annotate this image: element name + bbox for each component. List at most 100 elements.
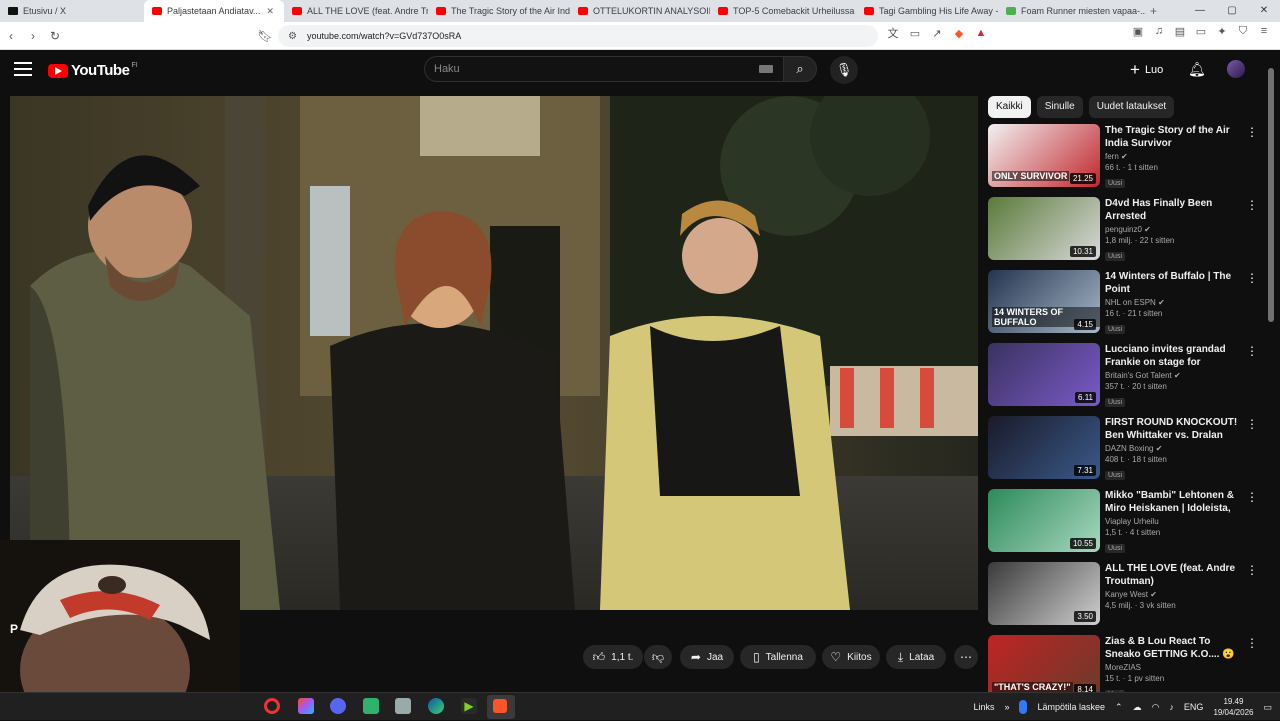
chip-new-uploads[interactable]: Uudet lataukset — [1088, 96, 1175, 118]
search-button[interactable]: ⌕ — [783, 56, 817, 82]
video-thumbnail[interactable]: 7.31 — [988, 416, 1100, 479]
reload-icon[interactable]: ↻ — [44, 29, 66, 43]
close-icon[interactable]: ✕ — [266, 6, 274, 17]
more-options-icon[interactable]: ⋮ — [1246, 271, 1258, 285]
video-player[interactable] — [10, 96, 978, 610]
more-actions-button[interactable]: ⋯ — [954, 645, 978, 669]
channel-name[interactable]: penguinz0 — [1105, 225, 1142, 234]
video-thumbnail[interactable]: 6.11 — [988, 343, 1100, 406]
brave-shield-icon[interactable]: ◆ — [951, 27, 967, 40]
new-tab-button[interactable]: + — [1150, 4, 1157, 18]
youtube-logo[interactable]: YouTube FI — [48, 62, 138, 79]
more-options-icon[interactable]: ⋮ — [1246, 125, 1258, 139]
share-page-icon[interactable]: ↗ — [929, 27, 945, 40]
leo-icon[interactable]: ✦ — [1214, 25, 1230, 38]
minimize-icon[interactable]: — — [1184, 0, 1216, 22]
avatar[interactable] — [1227, 60, 1245, 78]
browser-tab[interactable]: ALL THE LOVE (feat. Andre Tro... — [284, 0, 428, 22]
browser-tab[interactable]: TOP-5 Comebackit Urheilussa ... — [710, 0, 856, 22]
recommendation-item[interactable]: 10.31 D4vd Has Finally Been Arrested pengu… — [988, 197, 1260, 270]
video-title[interactable]: ALL THE LOVE (feat. Andre Troutman) — [1105, 562, 1245, 588]
video-thumbnail[interactable]: 3.50 — [988, 562, 1100, 625]
browser-tab[interactable]: Etusivu / X — [0, 0, 144, 22]
more-options-icon[interactable]: ⋮ — [1246, 490, 1258, 504]
scrollbar[interactable] — [1268, 66, 1274, 686]
video-title[interactable]: The Tragic Story of the Air India Surviv… — [1105, 124, 1245, 150]
chip-for-you[interactable]: Sinulle — [1036, 96, 1083, 118]
video-thumbnail[interactable]: 10.55 — [988, 489, 1100, 552]
site-info-icon[interactable]: ⚙ — [288, 31, 297, 42]
channel-name[interactable]: MoreZIAS — [1105, 663, 1141, 672]
sidebar-toggle-icon[interactable]: ▣ — [1130, 25, 1146, 38]
opera-icon[interactable] — [264, 698, 280, 714]
back-icon[interactable]: ‹ — [0, 29, 22, 43]
thanks-button[interactable]: ♡ Kiitos — [822, 645, 880, 669]
shield-icon[interactable] — [395, 698, 411, 714]
vpn-icon[interactable]: ⛉ — [1235, 25, 1251, 38]
forward-icon[interactable]: › — [22, 29, 44, 43]
links-toolbar[interactable]: Links — [973, 702, 994, 712]
browser-tab[interactable]: Tagi Gambling His Life Away - — [856, 0, 998, 22]
like-button[interactable]: 👍︎ 1,1 t. — [583, 645, 643, 669]
language-indicator[interactable]: ENG — [1184, 702, 1204, 712]
close-window-icon[interactable]: ✕ — [1248, 0, 1280, 22]
channel-name[interactable]: fern — [1105, 152, 1119, 161]
channel-name[interactable]: Britain's Got Talent — [1105, 371, 1172, 380]
video-title[interactable]: D4vd Has Finally Been Arrested — [1105, 197, 1245, 223]
tray-expand-icon[interactable]: ⌃ — [1115, 702, 1123, 713]
search-input[interactable]: Haku — [424, 56, 784, 82]
wifi-icon[interactable]: ◠ — [1152, 702, 1160, 713]
more-options-icon[interactable]: ⋮ — [1246, 636, 1258, 650]
channel-name[interactable]: Kanye West — [1105, 590, 1148, 599]
maximize-icon[interactable]: ▢ — [1216, 0, 1248, 22]
channel-name[interactable]: NHL on ESPN — [1105, 298, 1156, 307]
media-player-icon[interactable]: ▶ — [461, 698, 477, 714]
translate-icon[interactable]: 文 — [885, 25, 901, 41]
video-thumbnail[interactable]: ONLY SURVIVOR 21.25 — [988, 124, 1100, 187]
share-button[interactable]: ➦ Jaa — [680, 645, 734, 669]
figma-icon[interactable] — [298, 698, 314, 714]
hamburger-menu-icon[interactable] — [14, 62, 32, 76]
notifications-center-icon[interactable]: ▭ — [1263, 702, 1272, 713]
channel-name[interactable]: DAZN Boxing — [1105, 444, 1153, 453]
notifications-icon[interactable]: 🔔︎ — [1188, 61, 1206, 78]
browser-tab[interactable]: OTTELUKORTIN ANALYSOINTI ... — [570, 0, 710, 22]
edge-icon[interactable] — [428, 698, 444, 714]
more-options-icon[interactable]: ⋮ — [1246, 344, 1258, 358]
video-thumbnail[interactable]: 10.31 — [988, 197, 1100, 260]
recommendation-item[interactable]: 14 WINTERS OF BUFFALO 4.15 14 Winters of B… — [988, 270, 1260, 343]
brave-rewards-icon[interactable]: ▲ — [973, 27, 989, 39]
channel-name[interactable]: Viaplay Urheilu — [1105, 517, 1159, 526]
save-button[interactable]: ▯ Tallenna — [740, 645, 816, 669]
recommendation-item[interactable]: "THAT'S CRAZY!" 8.14 Zias & B Lou React To… — [988, 635, 1260, 692]
video-thumbnail[interactable]: "THAT'S CRAZY!" 8.14 — [988, 635, 1100, 692]
recommendation-item[interactable]: 3.50 ALL THE LOVE (feat. Andre Troutman) K… — [988, 562, 1260, 635]
recommendation-item[interactable]: 10.55 Mikko "Bambi" Lehtonen & Miro Heisk… — [988, 489, 1260, 562]
more-options-icon[interactable]: ⋮ — [1246, 563, 1258, 577]
weather-text[interactable]: Lämpötila laskee — [1037, 702, 1105, 712]
brave-taskbar-icon[interactable] — [487, 695, 515, 719]
recommendation-item[interactable]: 6.11 Lucciano invites grandad Frankie on … — [988, 343, 1260, 416]
browser-menu-icon[interactable]: ≡ — [1256, 25, 1272, 38]
more-options-icon[interactable]: ⋮ — [1246, 198, 1258, 212]
video-title[interactable]: FIRST ROUND KNOCKOUT! Ben Whittaker vs. … — [1105, 416, 1245, 442]
keyboard-icon[interactable] — [759, 65, 773, 73]
bookmark-icon[interactable]: 🔖︎ — [254, 29, 276, 43]
create-button[interactable]: + Luo — [1130, 58, 1163, 82]
url-field[interactable]: ⚙ youtube.com/watch?v=GVd737O0sRA — [278, 25, 878, 47]
chevron-icon[interactable]: » — [1004, 702, 1009, 712]
recommendation-item[interactable]: 7.31 FIRST ROUND KNOCKOUT! Ben Whittaker … — [988, 416, 1260, 489]
clock[interactable]: 19.49 19/04/2026 — [1213, 696, 1253, 718]
wallet-icon[interactable]: ▭ — [1193, 25, 1209, 38]
more-options-icon[interactable]: ⋮ — [1246, 417, 1258, 431]
video-title[interactable]: 14 Winters of Buffalo | The Point — [1105, 270, 1245, 296]
volume-icon[interactable]: ♪ — [1169, 702, 1174, 712]
discord-icon[interactable] — [330, 698, 346, 714]
video-thumbnail[interactable]: 14 WINTERS OF BUFFALO 4.15 — [988, 270, 1100, 333]
dislike-button[interactable]: 👎︎ — [644, 645, 672, 669]
video-title[interactable]: Zias & B Lou React To Sneako GETTING K.O… — [1105, 635, 1245, 661]
browser-tab[interactable]: Foam Runner miesten vapaa-... — [998, 0, 1146, 22]
media-icon[interactable]: ♫ — [1151, 25, 1167, 38]
video-title[interactable]: Lucciano invites grandad Frankie on stag… — [1105, 343, 1245, 369]
download-button[interactable]: ⤓ Lataa — [886, 645, 946, 669]
